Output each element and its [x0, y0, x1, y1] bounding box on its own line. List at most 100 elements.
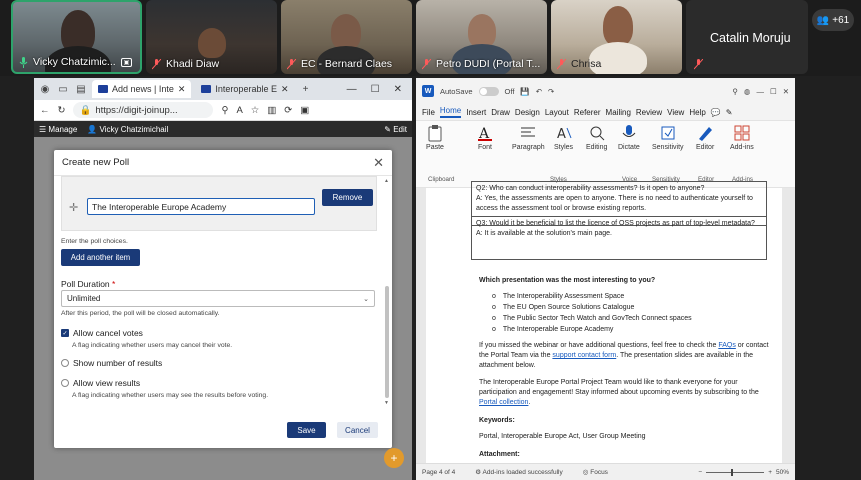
comments-icon[interactable]: 💬 [711, 108, 721, 117]
editing-mode-icon[interactable]: ✎ [726, 108, 733, 117]
poll-choice-input[interactable]: The Interoperable Europe Academy [87, 198, 315, 215]
show-number-of-results-option[interactable]: Show number of results [61, 358, 162, 368]
refresh-icon[interactable]: ↻ [58, 105, 66, 116]
addins-status: ⚙ Add-ins loaded successfully [475, 469, 563, 476]
read-aloud-icon[interactable]: A [236, 105, 242, 116]
drag-handle-icon[interactable]: ✛ [69, 201, 78, 214]
new-tab-icon[interactable]: + [299, 82, 313, 96]
more-participants-button[interactable]: 👥 +61 [812, 9, 854, 31]
autosave-toggle[interactable] [478, 86, 499, 96]
favorite-icon[interactable]: ☆ [251, 105, 260, 116]
tab-view[interactable]: View [667, 108, 684, 117]
tab-interoperable[interactable]: Interoperable E ✕ [195, 80, 294, 98]
tab-actions-icon[interactable]: ▤ [74, 82, 88, 96]
portal-collection-link[interactable]: Portal collection [479, 399, 528, 406]
profile-icon[interactable]: ◉ [38, 82, 52, 96]
editor-button[interactable]: Editor [696, 124, 714, 151]
tab-review[interactable]: Review [636, 108, 662, 117]
edit-link[interactable]: ✎ Edit [384, 125, 407, 134]
cancel-button[interactable]: Cancel [337, 422, 378, 438]
scroll-up-icon[interactable]: ▲ [384, 178, 389, 184]
mic-off-icon [556, 58, 567, 70]
workspaces-icon[interactable]: ▭ [56, 82, 70, 96]
tab-layout[interactable]: Layout [545, 108, 569, 117]
document-page[interactable]: Q2: Who can conduct interoperability ass… [426, 181, 782, 463]
editing-button[interactable]: Editing [586, 124, 607, 151]
participant-tile[interactable]: EC - Bernard Claes [281, 0, 412, 74]
scroll-down-icon[interactable]: ▼ [384, 400, 389, 406]
allow-view-results-option[interactable]: Allow view results [61, 378, 140, 388]
poll-duration-label: Poll Duration * [61, 279, 116, 289]
minimize-icon[interactable]: — [347, 84, 357, 95]
tab-add-news[interactable]: Add news | Inte ✕ [92, 80, 192, 98]
poll-duration-select[interactable]: Unlimited ⌄ [61, 290, 375, 307]
mic-off-icon [693, 57, 704, 70]
manage-menu[interactable]: ☰ Manage [39, 125, 77, 134]
extensions-icon[interactable]: ⟳ [284, 105, 292, 116]
site-admin-bar: ☰ Manage 👤 Vicky Chatzimichail ✎ Edit [34, 121, 412, 137]
redo-icon[interactable]: ↷ [548, 87, 554, 96]
minimize-icon[interactable]: — [756, 87, 764, 96]
close-icon[interactable]: ✕ [373, 155, 384, 171]
zoom-in-icon[interactable]: + [768, 469, 772, 476]
faqs-link[interactable]: FAQs [718, 342, 736, 349]
focus-button[interactable]: ◎ Focus [583, 468, 608, 476]
close-icon[interactable]: ✕ [281, 84, 289, 95]
remove-button[interactable]: Remove [322, 189, 373, 206]
participant-tile[interactable]: Vicky Chatzimic... ▣ [11, 0, 142, 74]
back-icon[interactable]: ← [40, 105, 50, 116]
tab-design[interactable]: Design [515, 108, 540, 117]
paste-button[interactable]: Paste [426, 124, 444, 151]
tab-home[interactable]: Home [439, 106, 462, 118]
user-menu[interactable]: 👤 Vicky Chatzimichail [87, 125, 168, 134]
split-screen-icon[interactable]: ▥ [267, 105, 276, 116]
add-another-item-button[interactable]: Add another item [61, 249, 140, 266]
allow-cancel-votes-checkbox[interactable]: ✓ Allow cancel votes [61, 328, 143, 338]
meeting-screen: Vicky Chatzimic... ▣ Khadi Diaw EC - Ber… [0, 0, 861, 480]
participant-tile-audio-only[interactable]: Catalin Moruju [686, 0, 808, 74]
zoom-level[interactable]: 50% [776, 469, 789, 476]
participant-strip: Vicky Chatzimic... ▣ Khadi Diaw EC - Ber… [0, 0, 861, 76]
undo-icon[interactable]: ↶ [536, 87, 542, 96]
participant-tile[interactable]: Khadi Diaw [146, 0, 277, 74]
zoom-out-icon[interactable]: − [698, 469, 702, 476]
zoom-slider[interactable] [706, 468, 765, 476]
participant-video [331, 14, 361, 50]
close-window-icon[interactable]: ✕ [783, 87, 789, 96]
tab-mailings[interactable]: Mailing [606, 108, 631, 117]
support-contact-link[interactable]: support contact form [552, 352, 616, 359]
url-field[interactable]: 🔒 https://digit-joinup... [73, 102, 214, 118]
search-icon[interactable]: ⚲ [221, 105, 228, 116]
maximize-icon[interactable]: ☐ [371, 84, 380, 95]
tab-references[interactable]: Referer [574, 108, 601, 117]
close-window-icon[interactable]: ✕ [394, 84, 402, 95]
eu-flag-icon [201, 85, 212, 93]
save-button[interactable]: Save [287, 422, 326, 438]
tab-file[interactable]: File [422, 108, 435, 117]
share-screen-icon: ▣ [120, 57, 133, 67]
dialog-scrollbar[interactable]: ▲ ▼ [383, 176, 391, 408]
maximize-icon[interactable]: ☐ [770, 87, 777, 96]
save-icon[interactable]: 💾 [520, 87, 529, 96]
close-icon[interactable]: ✕ [178, 84, 186, 95]
people-icon: 👥 [816, 14, 830, 26]
collections-icon[interactable]: ▣ [300, 105, 309, 116]
create-poll-dialog: Create new Poll ✕ ✛ The Interoperable Eu… [54, 150, 392, 448]
paragraph: The Interoperable Europe Portal Project … [479, 379, 759, 407]
account-icon[interactable]: ◍ [744, 87, 751, 96]
tab-help[interactable]: Help [689, 108, 705, 117]
participant-tile[interactable]: Petro DUDI (Portal T... [416, 0, 547, 74]
font-button[interactable]: A Font [476, 124, 494, 151]
search-icon[interactable]: ⚲ [732, 87, 738, 96]
paragraph-button[interactable]: Paragraph [512, 124, 545, 151]
page-count[interactable]: Page 4 of 4 [422, 469, 455, 476]
sensitivity-button[interactable]: Sensitivity [652, 124, 684, 151]
tab-insert[interactable]: Insert [466, 108, 486, 117]
mic-off-icon [151, 58, 162, 70]
add-ins-button[interactable]: Add-ins [730, 124, 754, 151]
dictate-button[interactable]: Dictate [618, 124, 640, 151]
floating-action-button[interactable]: + [384, 448, 404, 468]
participant-tile[interactable]: Chrisa [551, 0, 682, 74]
tab-draw[interactable]: Draw [491, 108, 510, 117]
styles-button[interactable]: A Styles [554, 124, 573, 151]
